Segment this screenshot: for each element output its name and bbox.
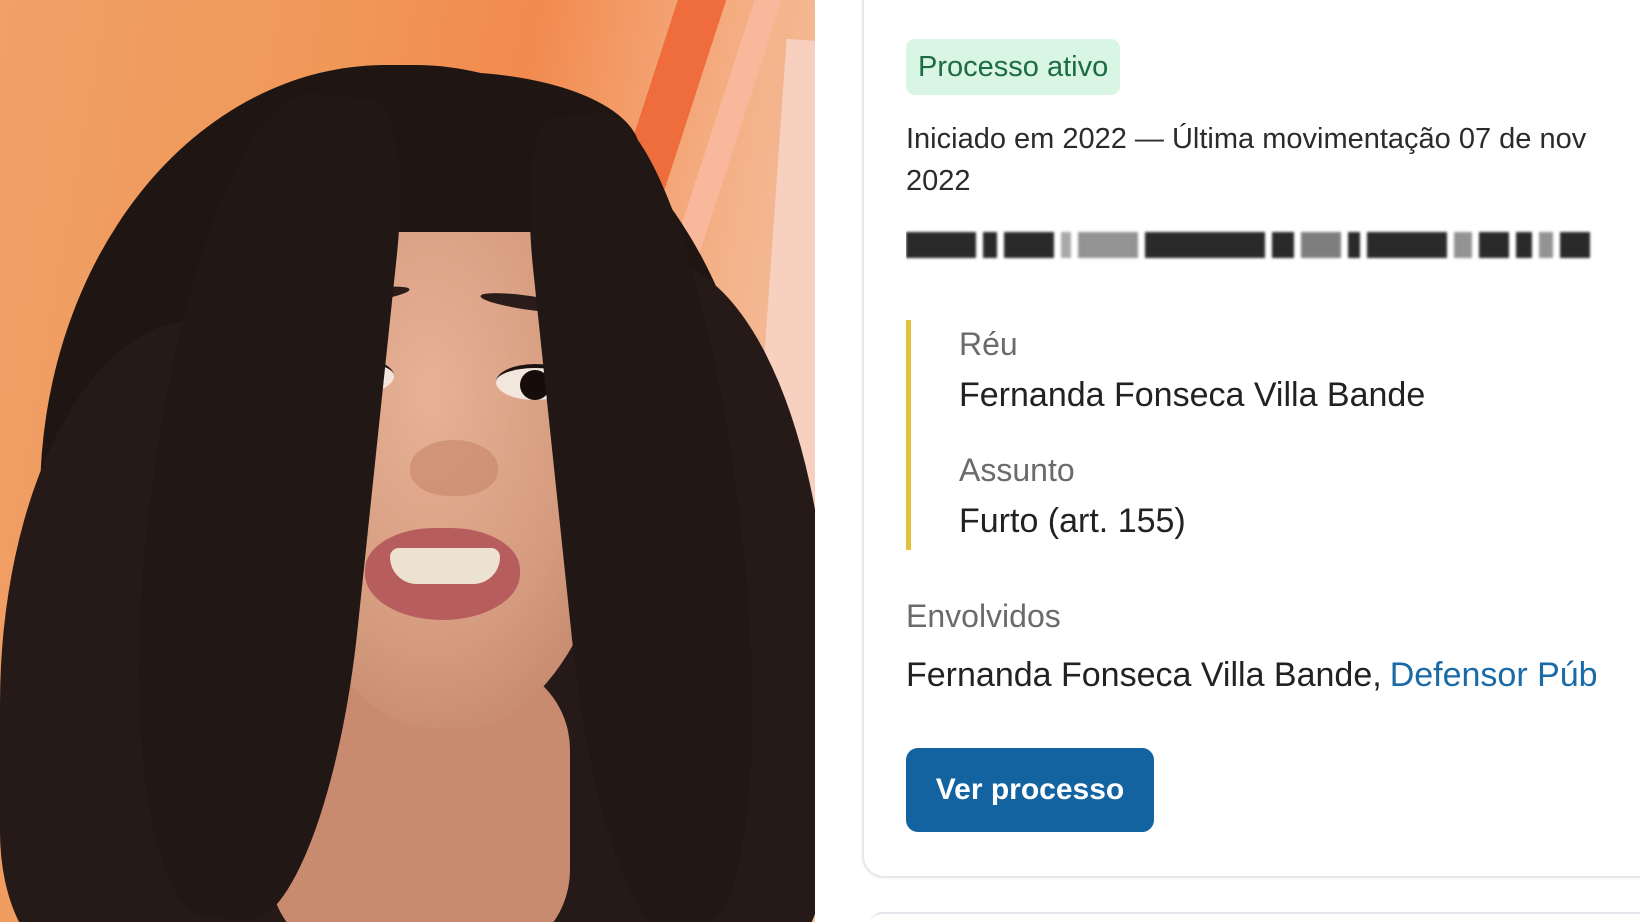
- involved-list: Fernanda Fonseca Villa Bande, Defensor Pú…: [906, 656, 1640, 700]
- redacted-process-number: [906, 225, 1640, 265]
- involved-name: Fernanda Fonseca Villa Bande,: [906, 656, 1382, 694]
- process-dates: Iniciado em 2022 — Última movimentação 0…: [906, 123, 1587, 197]
- next-card-edge: [870, 912, 1640, 924]
- assunto-label: Assunto: [959, 452, 1075, 488]
- assunto-value: Furto (art. 155): [959, 502, 1186, 540]
- nose: [410, 440, 498, 496]
- view-process-button[interactable]: Ver processo: [906, 748, 1154, 832]
- person-photo: [0, 0, 815, 922]
- reu-label: Réu: [959, 326, 1018, 362]
- involved-label: Envolvidos: [906, 598, 1061, 634]
- teeth: [390, 548, 500, 584]
- defendant-details: Réu Fernanda Fonseca Villa Bande Assunto…: [906, 320, 1640, 550]
- status-badge: Processo ativo: [906, 39, 1121, 95]
- reu-value: Fernanda Fonseca Villa Bande: [959, 376, 1426, 414]
- defensor-link[interactable]: Defensor Púb: [1390, 656, 1598, 694]
